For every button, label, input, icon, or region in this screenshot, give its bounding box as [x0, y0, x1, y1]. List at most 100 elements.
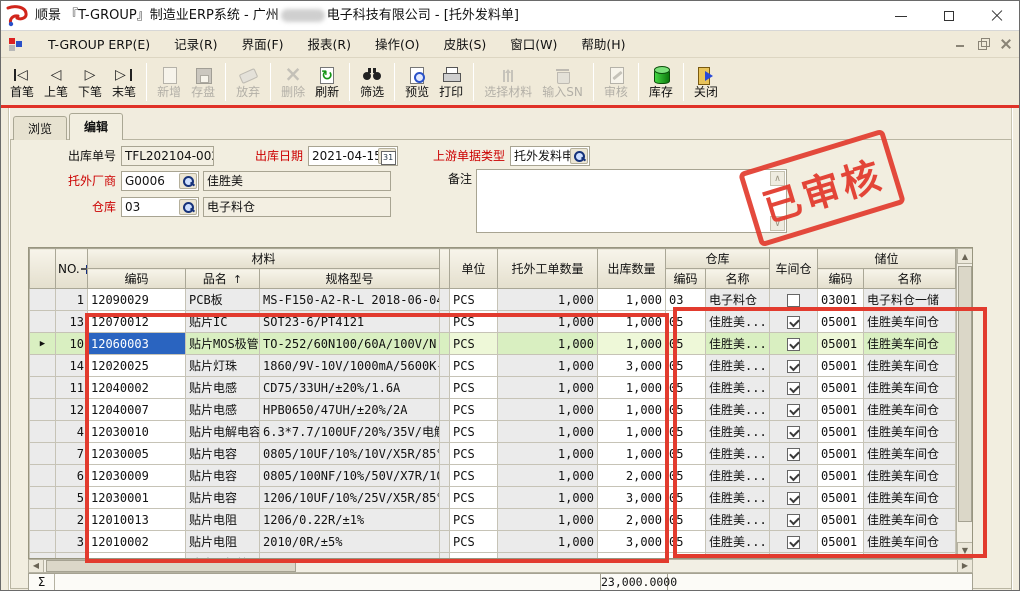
annotation-rect-right [673, 307, 987, 558]
nav-prev-button[interactable]: 上笔 [39, 63, 73, 101]
menu-item[interactable]: 皮肤(S) [432, 31, 499, 58]
print-icon [439, 65, 463, 85]
warehouse-code-field[interactable]: 03 [121, 197, 199, 217]
col-row-marker [30, 249, 56, 289]
row-marker-cell [30, 509, 56, 531]
vendor-label: 托外厂商 [49, 171, 116, 191]
tab-bar: 浏览编辑 [13, 113, 125, 140]
tab-browse[interactable]: 浏览 [13, 116, 67, 140]
stock-button[interactable]: 库存 [644, 63, 678, 101]
scroll-up-icon[interactable] [957, 248, 973, 264]
window-maximize-button[interactable] [925, 1, 973, 31]
no-cell: 6 [56, 465, 88, 487]
toolbar-button-label: 打印 [439, 85, 463, 99]
col-shop-warehouse[interactable]: 车间仓 [770, 249, 818, 289]
order-no-field[interactable]: TFL202104-0022 [121, 146, 214, 166]
row-marker-cell [30, 487, 56, 509]
nav-next-button[interactable]: 下笔 [73, 63, 107, 101]
vendor-code-field[interactable]: G0006 [121, 171, 199, 191]
shop-warehouse-checkbox[interactable] [787, 294, 800, 307]
lookup-magnifier-icon[interactable] [179, 173, 197, 189]
no-cell: 7 [56, 443, 88, 465]
row-marker-cell [30, 311, 56, 333]
window-minimize-button[interactable] [877, 1, 925, 31]
menu-item[interactable]: 记录(R) [162, 31, 229, 58]
col-material-code[interactable]: 编码 [88, 269, 186, 289]
toolbar-separator [349, 63, 350, 101]
filter-icon [360, 65, 384, 85]
menu-item[interactable]: T-GROUP ERP(E) [36, 31, 162, 58]
toolbar-separator [683, 63, 684, 101]
col-no[interactable]: NO. [56, 249, 88, 289]
row-marker-cell [30, 377, 56, 399]
toolbar-button-label: 放弃 [236, 85, 260, 99]
close-form-button[interactable]: 关闭 [689, 63, 723, 101]
refresh-button[interactable]: 刷新 [310, 63, 344, 101]
mdi-restore-button[interactable] [977, 37, 990, 50]
calendar-icon[interactable] [378, 148, 396, 164]
upstream-type-field[interactable]: 托外发料申请 [510, 146, 590, 166]
col-loc-code[interactable]: 编码 [818, 269, 864, 289]
filter-button[interactable]: 筛选 [355, 63, 389, 101]
mdi-close-button[interactable] [1000, 37, 1013, 50]
no-cell: 4 [56, 421, 88, 443]
input-sn-icon [551, 65, 575, 85]
no-cell: 10 [56, 333, 88, 355]
no-cell: 12 [56, 399, 88, 421]
row-marker-cell [30, 465, 56, 487]
no-cell: 3 [56, 531, 88, 553]
input-sn-button: 输入SN [537, 63, 588, 101]
menu-item[interactable]: 帮助(H) [569, 31, 637, 58]
lookup-magnifier-icon[interactable] [179, 199, 197, 215]
scroll-left-icon[interactable] [29, 560, 44, 572]
col-out-qty[interactable]: 出库数量 [598, 249, 666, 289]
nav-first-button[interactable]: 首笔 [5, 63, 39, 101]
close-form-icon [694, 65, 718, 85]
print-button[interactable]: 打印 [434, 63, 468, 101]
material-name-cell[interactable]: PCB板 [186, 289, 260, 311]
menu-item[interactable]: 报表(R) [296, 31, 363, 58]
col-wo-qty[interactable]: 托外工单数量 [498, 249, 598, 289]
toolbar-button-label: 首笔 [10, 85, 34, 99]
out-qty-cell[interactable]: 1,000 [598, 289, 666, 311]
menu-item[interactable]: 窗口(W) [498, 31, 569, 58]
toolbar-button-label: 库存 [649, 85, 673, 99]
toolbar-button-label: 筛选 [360, 85, 384, 99]
row-marker-cell [30, 443, 56, 465]
delete-icon [281, 65, 305, 85]
out-date-field[interactable]: 2021-04-15 [308, 146, 398, 166]
no-cell: 14 [56, 355, 88, 377]
lookup-magnifier-icon[interactable] [570, 148, 588, 164]
material-code-cell[interactable]: 12090029 [88, 289, 186, 311]
toolbar-button-label: 选择材料 [484, 85, 532, 99]
out-qty-total: 23,000.0000 [600, 574, 668, 590]
col-wh-code[interactable]: 编码 [666, 269, 706, 289]
redacted-company-name [281, 9, 325, 22]
row-marker-cell [30, 355, 56, 377]
audit-icon [604, 65, 628, 85]
preview-button[interactable]: 预览 [400, 63, 434, 101]
row-marker-cell [30, 531, 56, 553]
annotation-rect-left [85, 313, 669, 563]
scroll-right-icon[interactable] [957, 560, 972, 572]
col-unit[interactable]: 单位 [450, 249, 498, 289]
menu-item[interactable]: 操作(O) [363, 31, 432, 58]
window-close-button[interactable] [973, 1, 1020, 31]
save-icon [191, 65, 215, 85]
stock-icon [649, 65, 673, 85]
no-cell: 13 [56, 311, 88, 333]
out-date-label: 出库日期 [231, 146, 303, 166]
col-spec[interactable]: 规格型号 [260, 269, 440, 289]
mdi-minimize-button[interactable] [954, 37, 967, 50]
order-no-label: 出库单号 [36, 146, 116, 166]
select-material-icon [496, 65, 520, 85]
tab-edit[interactable]: 编辑 [69, 113, 123, 140]
col-wh-name[interactable]: 名称 [706, 269, 770, 289]
spec-cell[interactable]: MS-F150-A2-R-L 2018-06-04/铝基... [260, 289, 440, 311]
narrow-cell [440, 289, 450, 311]
nav-last-button[interactable]: 末笔 [107, 63, 141, 101]
menu-item[interactable]: 界面(F) [230, 31, 296, 58]
col-loc-name[interactable]: 名称 [864, 269, 956, 289]
col-material-name[interactable]: 品名↑ [186, 269, 260, 289]
wo-qty-cell: 1,000 [498, 289, 598, 311]
